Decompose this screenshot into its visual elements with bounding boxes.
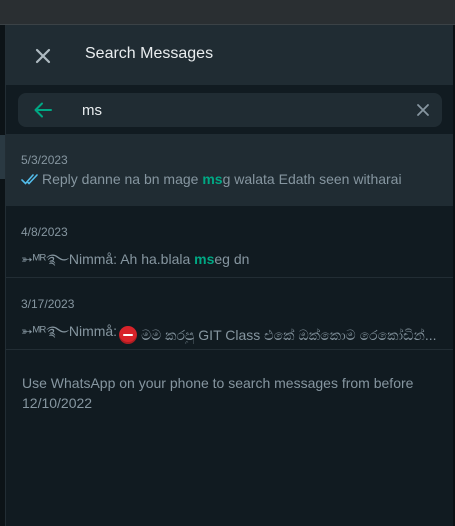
top-bar — [0, 0, 455, 25]
close-icon[interactable] — [31, 44, 55, 68]
search-limit-note: Use WhatsApp on your phone to search mes… — [22, 375, 414, 411]
double-check-icon — [21, 174, 38, 185]
snippet-text: g walata Edath seen witharai — [222, 171, 402, 187]
clear-icon[interactable] — [414, 101, 432, 119]
search-box — [18, 93, 442, 127]
result-snippet: ➳ᴹᴿ࿐Nimmå: Ah ha.blala mseg dn — [21, 243, 446, 283]
search-result-item[interactable]: 4/8/2023 ➳ᴹᴿ࿐Nimmå: Ah ha.blala mseg dn — [6, 206, 453, 278]
snippet-text: Reply danne na bn mage — [42, 171, 203, 187]
search-area — [6, 85, 453, 134]
search-input[interactable] — [82, 98, 402, 122]
result-snippet: Reply danne na bn mage msg walata Edath … — [21, 171, 446, 187]
result-date: 3/17/2023 — [21, 297, 75, 311]
result-snippet: ➳ᴹᴿ࿐Nimmå: මම කරපු GIT Class එකේ ඔක්කොම … — [21, 315, 446, 355]
search-results-list: 5/3/2023 Reply danne na bn mage msg wala… — [6, 134, 453, 350]
search-result-item[interactable]: 3/17/2023 ➳ᴹᴿ࿐Nimmå: මම කරපු GIT Class එ… — [6, 278, 453, 350]
snippet-match: ms — [202, 171, 223, 187]
snippet-match: ms — [194, 251, 215, 267]
snippet-text: Ah ha.blala — [120, 251, 195, 267]
result-date: 4/8/2023 — [21, 225, 68, 239]
no-entry-icon — [119, 326, 138, 344]
result-date: 5/3/2023 — [21, 153, 68, 167]
search-result-item[interactable]: 5/3/2023 Reply danne na bn mage msg wala… — [6, 134, 453, 206]
arrow-left-icon[interactable] — [32, 99, 54, 121]
sender-name: ➳ᴹᴿ࿐Nimmå: — [21, 251, 121, 267]
snippet-text: eg dn — [214, 251, 250, 267]
search-messages-panel: Search Messages 5/3/2023 — [6, 25, 453, 526]
panel-header: Search Messages — [6, 25, 453, 85]
snippet-text: මම කරපු GIT Class එකේ ඔක්කොම රෙකෝඩින්... — [141, 326, 437, 343]
page-title: Search Messages — [85, 45, 214, 62]
sender-name: ➳ᴹᴿ࿐Nimmå: — [21, 323, 118, 339]
